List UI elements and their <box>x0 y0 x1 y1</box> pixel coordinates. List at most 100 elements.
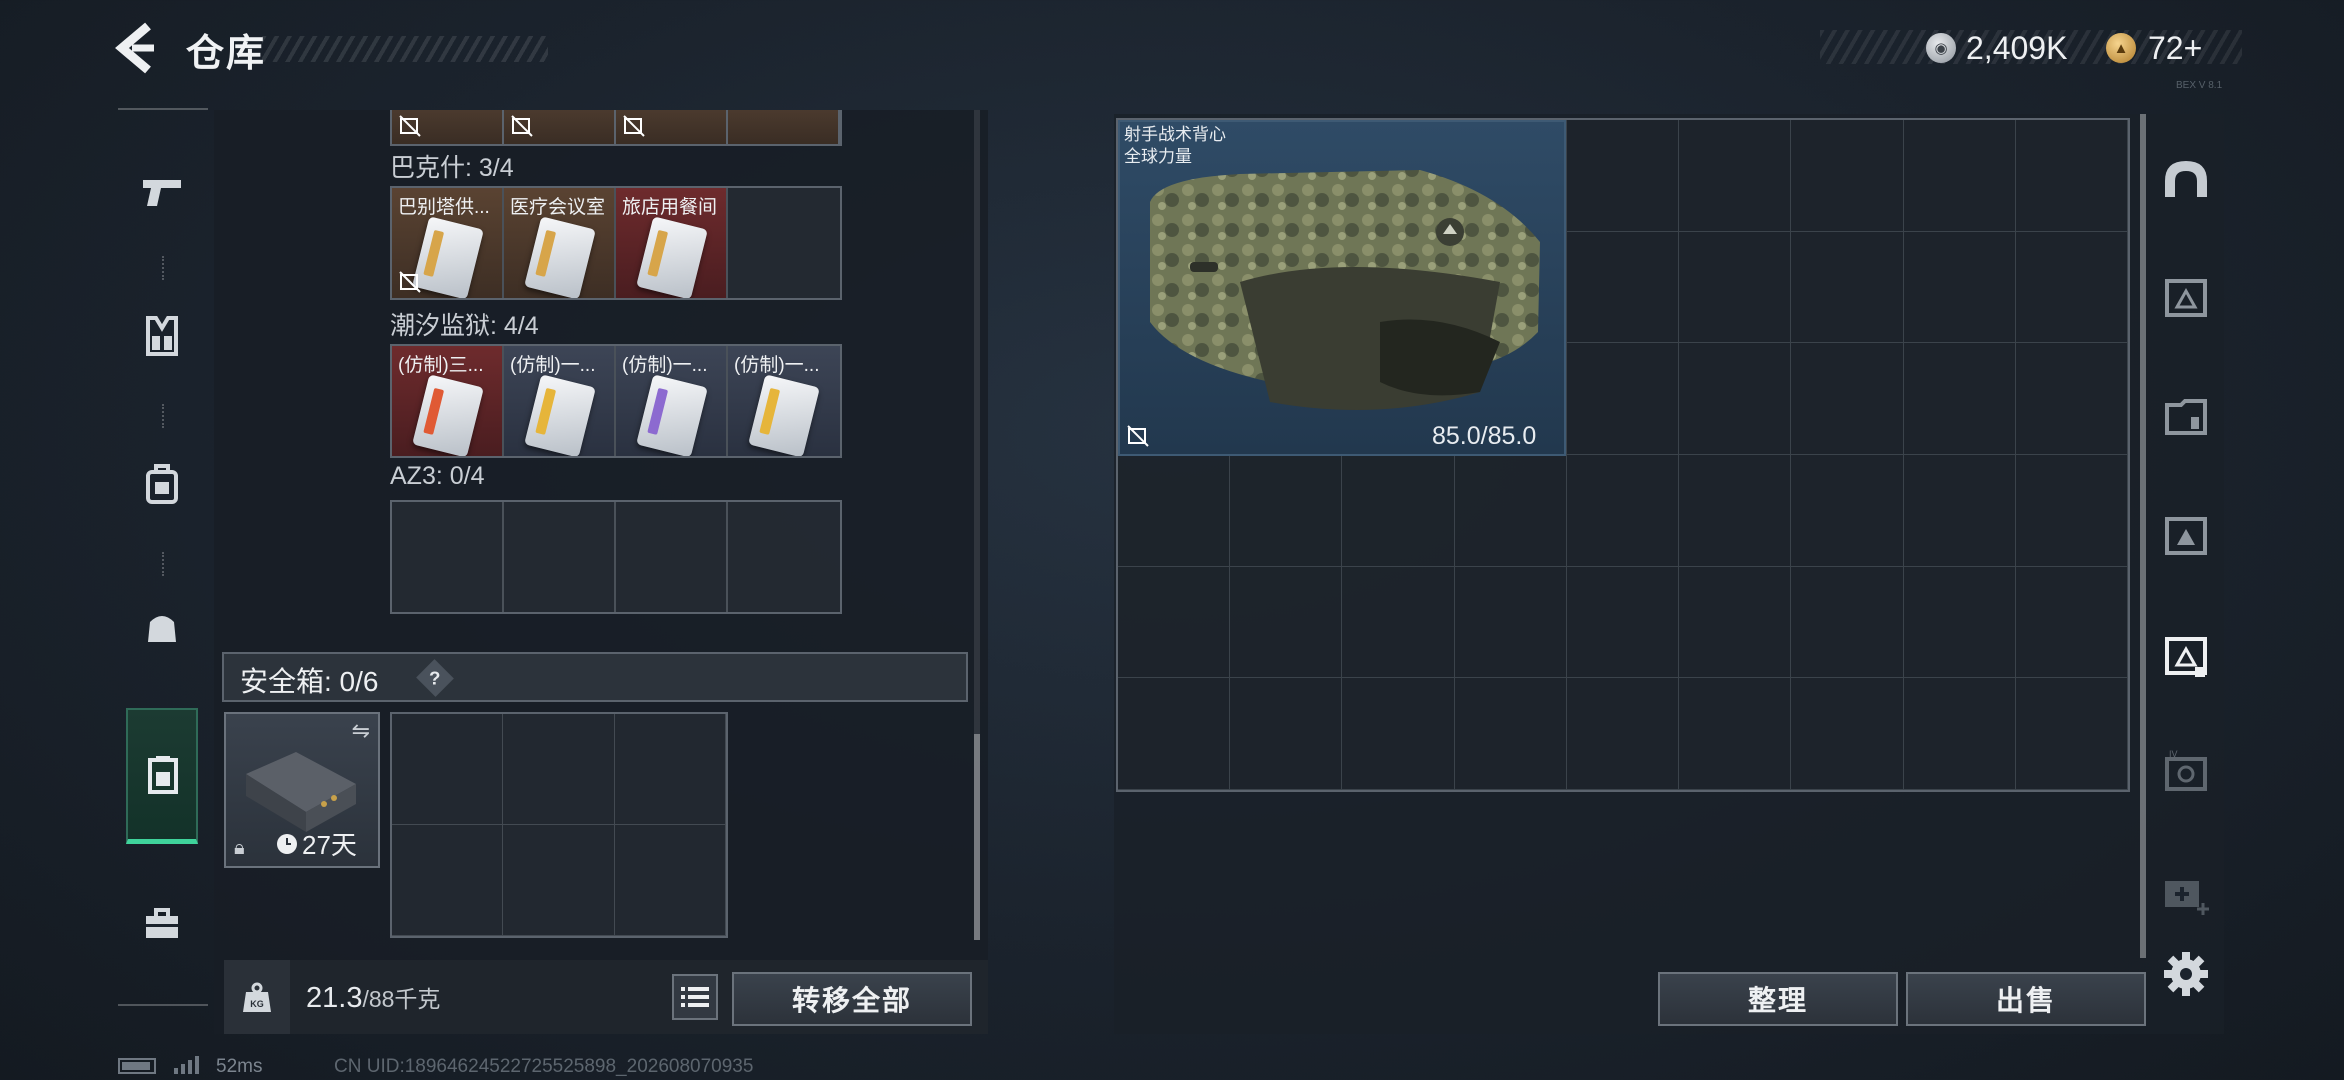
key-card-slot-empty[interactable] <box>616 502 728 612</box>
key-card-slot[interactable] <box>728 110 840 144</box>
stash-slot[interactable] <box>1679 120 1792 232</box>
stash-slot[interactable] <box>1679 566 1792 679</box>
stash-slot[interactable] <box>1118 566 1231 679</box>
sell-button[interactable]: 出售 <box>1906 972 2146 1026</box>
safe-box-item[interactable]: ⇋ 🔒︎ 27天 <box>224 712 380 868</box>
stash-slot[interactable] <box>1566 343 1680 455</box>
stash-slot[interactable] <box>1903 454 2016 567</box>
stash-slot[interactable] <box>1791 343 1904 455</box>
nav-safe-box-selected[interactable] <box>126 708 198 844</box>
stash-slot[interactable] <box>1566 678 1680 790</box>
stash-slot[interactable] <box>1903 120 2016 232</box>
stash-slot[interactable] <box>2015 343 2128 455</box>
key-card-name: (仿制)一... <box>510 355 596 376</box>
key-card-item[interactable]: 巴别塔供... <box>392 188 504 298</box>
safe-slot[interactable] <box>503 825 615 936</box>
stash-slot[interactable] <box>1791 231 1904 344</box>
key-card-slot-empty[interactable] <box>728 502 840 612</box>
transfer-all-button[interactable]: 转移全部 <box>732 972 972 1026</box>
list-view-button[interactable] <box>672 974 718 1020</box>
safe-slot[interactable] <box>614 714 726 825</box>
vest-item[interactable] <box>1118 120 1566 456</box>
right-scrollbar-thumb[interactable] <box>2140 114 2146 958</box>
nav-backpack[interactable] <box>126 438 198 530</box>
rnav-helmet[interactable] <box>2156 150 2216 210</box>
nav-separator <box>162 552 164 576</box>
stash-slot[interactable] <box>1230 678 1343 790</box>
key-card-slot[interactable] <box>392 110 504 144</box>
nav-chest-rig[interactable] <box>126 290 198 382</box>
key-card-item[interactable]: (仿制)一... <box>728 346 840 456</box>
key-card-slot-empty[interactable] <box>504 502 616 612</box>
stash-slot[interactable] <box>2015 120 2128 232</box>
stash-slot[interactable] <box>2015 678 2128 790</box>
stash-slot[interactable] <box>1566 566 1680 679</box>
clock-icon <box>277 833 297 854</box>
stash-slot[interactable] <box>2015 454 2128 567</box>
stash-slot[interactable] <box>1566 231 1680 344</box>
stash-slot[interactable] <box>2015 566 2128 679</box>
stash-slot[interactable] <box>1903 566 2016 679</box>
stash-slot[interactable] <box>1566 120 1680 232</box>
key-card-item[interactable]: 医疗会议室 <box>504 188 616 298</box>
medkit-add-icon <box>2165 881 2209 915</box>
safe-slot[interactable] <box>392 825 504 936</box>
stash-slot[interactable] <box>1118 454 1231 567</box>
stash-slot[interactable] <box>1454 678 1567 790</box>
stash-slot[interactable] <box>1454 454 1567 567</box>
key-card-slot-empty[interactable] <box>728 188 840 298</box>
safe-slot[interactable] <box>503 714 615 825</box>
vest-image <box>1150 170 1540 410</box>
stash-slot[interactable] <box>1903 231 2016 344</box>
stash-slot[interactable] <box>1679 454 1792 567</box>
nav-pistol[interactable] <box>126 146 198 238</box>
bakshi-key-grid: 巴别塔供... 医疗会议室 旅店用餐间 <box>390 186 842 300</box>
stash-slot[interactable] <box>1454 566 1567 679</box>
sort-button[interactable]: 整理 <box>1658 972 1898 1026</box>
key-card-slot[interactable] <box>504 110 616 144</box>
key-card-item[interactable]: (仿制)一... <box>616 346 728 456</box>
stash-slot[interactable] <box>1118 678 1231 790</box>
key-card-image <box>524 216 596 298</box>
stash-slot[interactable] <box>1791 678 1904 790</box>
nav-toolbox[interactable] <box>126 878 198 970</box>
armor-slot-2-icon <box>2165 399 2207 435</box>
stash-slot[interactable] <box>1791 454 1904 567</box>
settings-button[interactable] <box>2160 948 2212 1000</box>
stash-slot[interactable] <box>1791 120 1904 232</box>
key-card-item[interactable]: 旅店用餐间 <box>616 188 728 298</box>
rnav-armor-2[interactable] <box>2156 386 2216 446</box>
back-button[interactable] <box>112 18 164 78</box>
stash-slot[interactable] <box>1679 343 1792 455</box>
stash-slot[interactable] <box>1342 678 1455 790</box>
stash-slot[interactable] <box>1791 566 1904 679</box>
stash-slot[interactable] <box>1679 231 1792 344</box>
rnav-medkit[interactable] <box>2156 864 2216 924</box>
stash-slot[interactable] <box>1230 454 1343 567</box>
stash-slot[interactable] <box>1903 678 2016 790</box>
stash-slot[interactable] <box>1342 454 1455 567</box>
rnav-armor-4-selected[interactable] <box>2156 626 2216 686</box>
stash-slot[interactable] <box>1342 566 1455 679</box>
pouch-icon <box>148 616 176 642</box>
safe-slot[interactable] <box>614 825 726 936</box>
stash-slot[interactable] <box>1903 343 2016 455</box>
key-card-item[interactable]: (仿制)三... <box>392 346 504 456</box>
stash-slot[interactable] <box>1566 454 1680 567</box>
nav-pouch[interactable] <box>126 580 198 672</box>
key-card-item[interactable]: (仿制)一... <box>504 346 616 456</box>
stash-slot[interactable] <box>1679 678 1792 790</box>
rnav-armor-5[interactable]: IV <box>2156 744 2216 804</box>
key-card-slot[interactable] <box>616 110 728 144</box>
rnav-armor-1[interactable] <box>2156 268 2216 328</box>
rnav-armor-3[interactable] <box>2156 506 2216 566</box>
key-card-slot-empty[interactable] <box>392 502 504 612</box>
safe-slot[interactable] <box>392 714 504 825</box>
key-card-row-partial <box>390 110 842 146</box>
swap-icon[interactable]: ⇋ <box>352 718 370 744</box>
left-scrollbar-thumb[interactable] <box>974 734 980 940</box>
stash-slot[interactable] <box>2015 231 2128 344</box>
gold-balance[interactable]: 72+ <box>2148 30 2202 67</box>
stash-slot[interactable] <box>1230 566 1343 679</box>
svg-text:IV: IV <box>2169 749 2178 759</box>
